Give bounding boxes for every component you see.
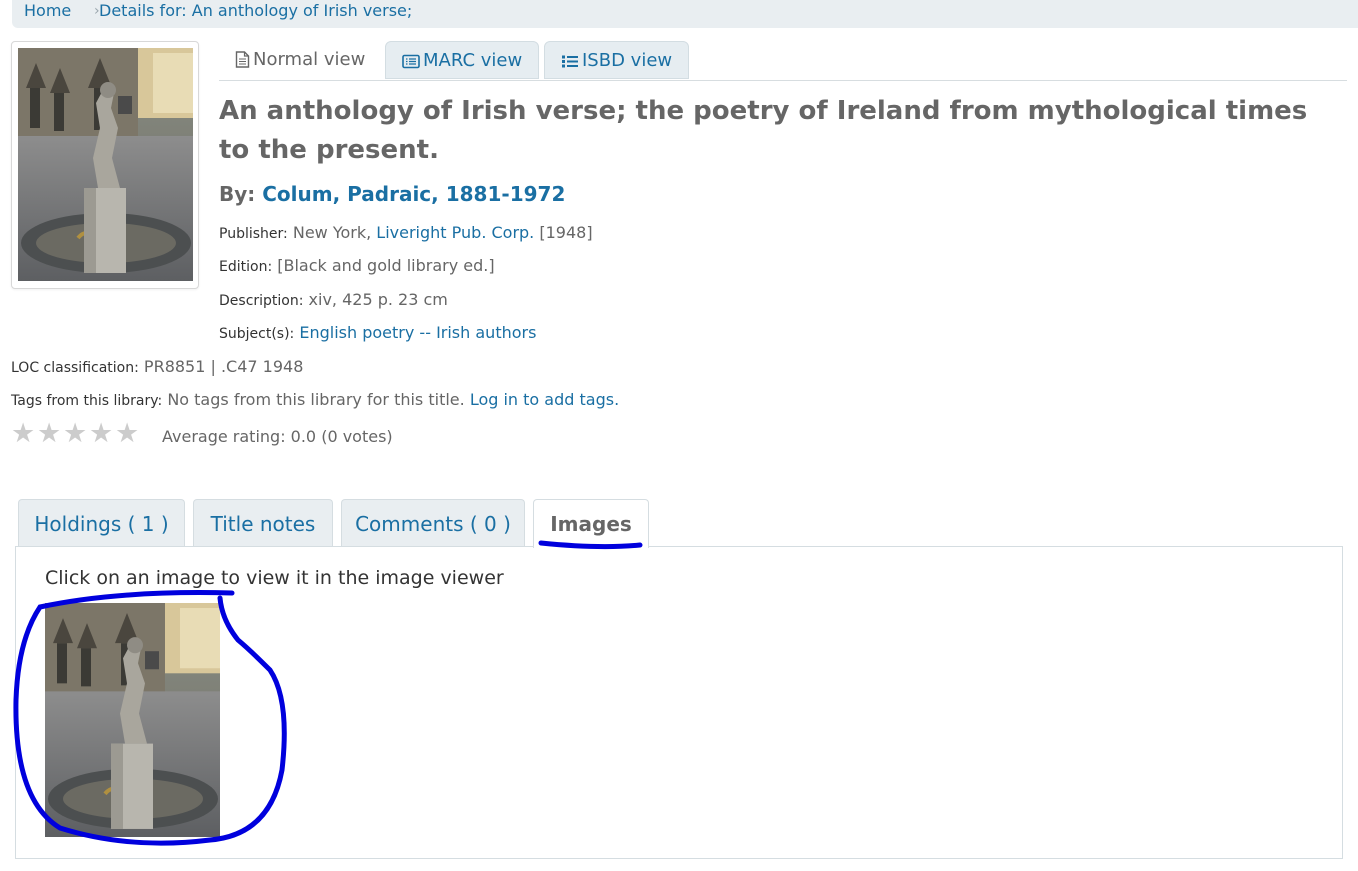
star-icon[interactable]: ★: [89, 420, 115, 447]
view-tabs: Normal view MARC view ISBD view: [219, 41, 1347, 81]
tags-value: No tags from this library for this title…: [167, 390, 465, 409]
average-rating: Average rating: 0.0 (0 votes): [162, 427, 393, 446]
star-icon[interactable]: ★: [63, 420, 89, 447]
star-icon[interactable]: ★: [11, 420, 37, 447]
edition-value: [Black and gold library ed.]: [277, 256, 495, 275]
star-icon[interactable]: ★: [37, 420, 63, 447]
record-title: An anthology of Irish verse; the poetry …: [219, 96, 1308, 165]
publisher-link[interactable]: Liveright Pub. Corp.: [376, 223, 534, 242]
publisher-place: New York,: [292, 223, 372, 242]
document-icon: [235, 51, 250, 68]
image-thumbnail[interactable]: [45, 603, 220, 837]
marc-view-tab[interactable]: MARC view: [385, 41, 540, 79]
loc-value: PR8851 | .C47 1948: [143, 357, 304, 376]
tab-title-notes[interactable]: Title notes: [193, 499, 333, 547]
normal-view-tab[interactable]: Normal view: [219, 41, 381, 79]
tab-holdings[interactable]: Holdings ( 1 ): [18, 499, 185, 547]
list-alt-icon: [402, 54, 420, 69]
loc-classification-field: LOC classification: PR8851 | .C47 1948: [11, 357, 303, 376]
subject-link[interactable]: English poetry -- Irish authors: [299, 323, 536, 342]
loc-label: LOC classification:: [11, 360, 139, 376]
cover-image-frame[interactable]: [11, 41, 199, 289]
subjects-label: Subject(s):: [219, 326, 295, 342]
login-to-tag-link[interactable]: Log in to add tags.: [470, 390, 619, 409]
edition-label: Edition:: [219, 259, 273, 275]
publisher-date: [1948]: [539, 223, 593, 242]
by-label: By:: [219, 182, 256, 206]
breadcrumb-home-link[interactable]: Home: [24, 0, 71, 22]
marc-view-label: MARC view: [423, 50, 523, 71]
isbd-view-label: ISBD view: [582, 50, 673, 71]
isbd-view-tab[interactable]: ISBD view: [544, 41, 690, 79]
description-value: xiv, 425 p. 23 cm: [308, 290, 448, 309]
image-viewer-hint: Click on an image to view it in the imag…: [45, 567, 504, 589]
subjects-field: Subject(s): English poetry -- Irish auth…: [219, 323, 536, 342]
normal-view-label: Normal view: [253, 49, 366, 70]
tab-comments[interactable]: Comments ( 0 ): [341, 499, 525, 547]
edition-field: Edition: [Black and gold library ed.]: [219, 256, 495, 275]
breadcrumb: Home › Details for: An anthology of Iris…: [12, 0, 1358, 28]
publisher-label: Publisher:: [219, 226, 288, 242]
tags-label: Tags from this library:: [11, 393, 163, 409]
star-rating[interactable]: ★★★★★: [11, 420, 141, 447]
author-link[interactable]: Colum, Padraic, 1881-1972: [262, 182, 565, 206]
description-field: Description: xiv, 425 p. 23 cm: [219, 290, 448, 309]
list-icon: [562, 55, 578, 68]
tab-images[interactable]: Images: [533, 499, 649, 548]
breadcrumb-current-link[interactable]: Details for: An anthology of Irish verse…: [99, 0, 412, 22]
cover-image[interactable]: [18, 48, 193, 281]
author-line: By: Colum, Padraic, 1881-1972: [219, 182, 565, 206]
description-label: Description:: [219, 293, 304, 309]
tags-field: Tags from this library: No tags from thi…: [11, 390, 619, 409]
publisher-field: Publisher: New York, Liveright Pub. Corp…: [219, 223, 593, 242]
star-icon[interactable]: ★: [115, 420, 141, 447]
